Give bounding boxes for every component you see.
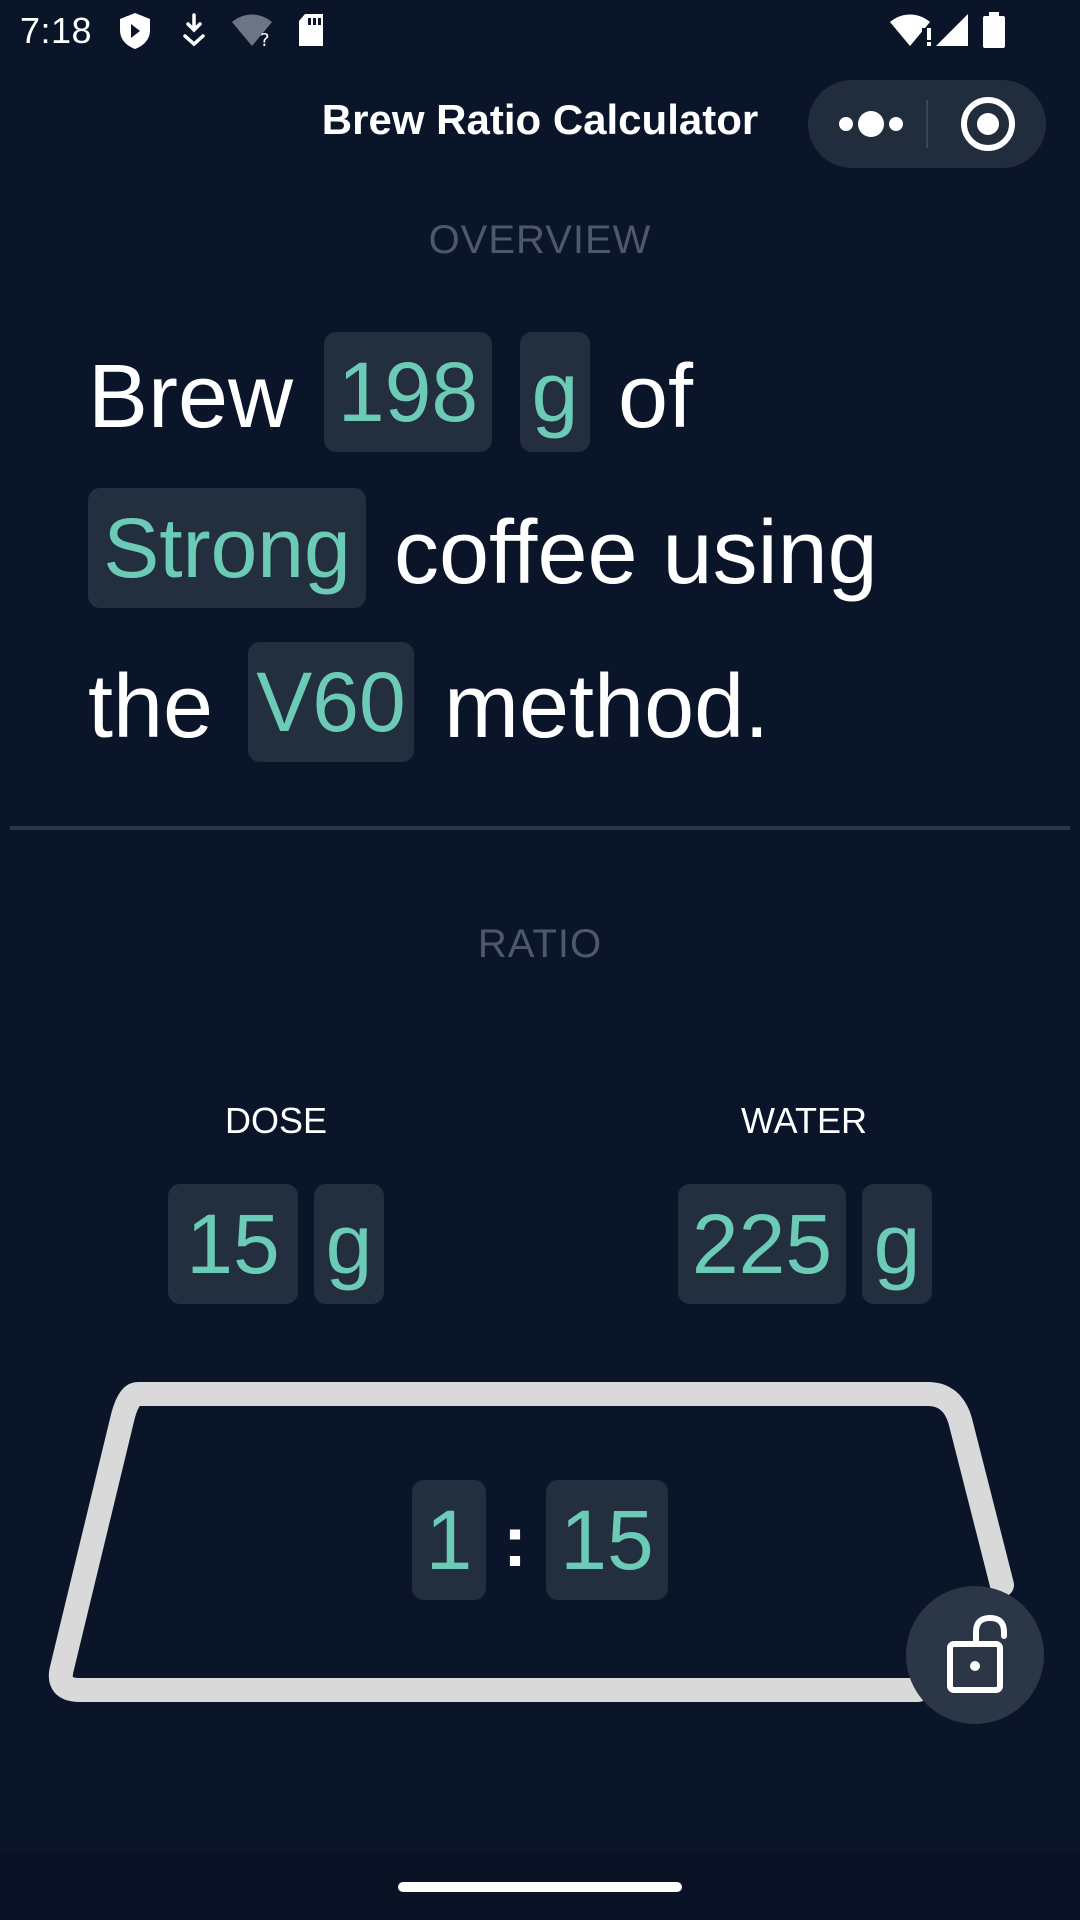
strength-chip[interactable]: Strong [88, 488, 366, 608]
amount-chip[interactable]: 198 [324, 332, 492, 452]
sd-card-icon [299, 14, 323, 46]
download-icon [183, 13, 205, 47]
battery-icon [983, 12, 1005, 48]
water-label: WATER [741, 1100, 867, 1141]
screen: 7:18 ? Brew Ratio Calculator OVERVIEW Br… [0, 0, 1080, 1920]
close-target-icon [961, 97, 1015, 151]
word-the: the [88, 657, 214, 757]
cell-signal-icon [936, 14, 968, 46]
method-chip[interactable]: V60 [248, 642, 414, 762]
water-value-chip[interactable]: 225 [678, 1184, 846, 1304]
ratio-left-chip[interactable]: 1 [412, 1480, 486, 1600]
ratio-section-label: RATIO [477, 922, 603, 966]
amount-unit-chip[interactable]: g [520, 332, 590, 452]
more-dots-icon [839, 111, 903, 137]
word-of: of [618, 347, 694, 447]
overview-section-label: OVERVIEW [428, 218, 652, 262]
wifi-alert-icon [890, 14, 931, 46]
wifi-question-icon: ? [232, 14, 272, 48]
word-coffee-using: coffee using [394, 503, 878, 603]
word-method: method. [444, 657, 770, 757]
svg-text:?: ? [260, 30, 270, 48]
ratio-separator: : [503, 1502, 527, 1582]
word-brew: Brew [88, 347, 294, 447]
overview-line-3: the V60 method. [88, 642, 1048, 772]
close-button[interactable] [946, 94, 1030, 154]
mini-program-capsule [808, 80, 1046, 168]
dose-value-chip[interactable]: 15 [168, 1184, 298, 1304]
unlocked-padlock-icon [947, 1614, 1007, 1693]
status-time: 7:18 [20, 10, 93, 51]
capsule-divider [926, 100, 928, 148]
section-divider [10, 826, 1070, 830]
shield-icon [120, 13, 150, 49]
dose-unit-chip[interactable]: g [314, 1184, 384, 1304]
overview-line-2: Strong coffee using [88, 488, 1048, 618]
status-bar: 7:18 ? [0, 0, 1080, 62]
lock-toggle-button[interactable] [906, 1586, 1044, 1724]
dose-label: DOSE [224, 1100, 328, 1141]
more-button[interactable] [826, 94, 916, 154]
ratio-right-chip[interactable]: 15 [546, 1480, 668, 1600]
overview-line-1: Brew 198 g of [88, 332, 1048, 462]
home-indicator[interactable] [398, 1882, 682, 1892]
water-unit-chip[interactable]: g [862, 1184, 932, 1304]
